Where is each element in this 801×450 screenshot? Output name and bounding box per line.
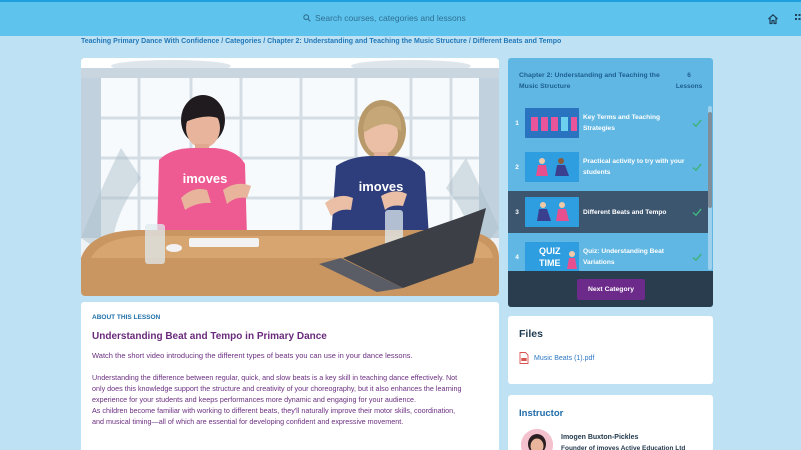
scrollbar-thumb[interactable] bbox=[708, 112, 712, 208]
video-frame: imoves imoves bbox=[81, 58, 499, 296]
lesson-title: Different Beats and Tempo bbox=[583, 208, 667, 216]
about-label: ABOUT THIS LESSON bbox=[92, 314, 161, 321]
shirt-logo: imoves bbox=[183, 171, 228, 186]
description-line: As children become familiar with working… bbox=[92, 406, 456, 415]
lesson-description: Understanding the difference between reg… bbox=[92, 372, 488, 427]
lesson-count-label: Lessons bbox=[675, 83, 703, 90]
top-bar: Search courses, categories and lessons bbox=[0, 0, 801, 36]
lesson-title: Practical activity to try with your stud… bbox=[583, 158, 685, 176]
files-heading: Files bbox=[519, 328, 543, 340]
lesson-intro: Watch the short video introducing the di… bbox=[92, 351, 413, 360]
home-icon[interactable] bbox=[767, 13, 779, 25]
lesson-item-3[interactable]: 3 Different Beats and Tempo bbox=[508, 191, 708, 233]
lesson-count-number: 6 bbox=[687, 72, 691, 79]
description-line: and musical timing—all of which are esse… bbox=[92, 417, 404, 426]
description-line: experience for your students and keeps p… bbox=[92, 395, 417, 404]
pdf-icon bbox=[519, 352, 529, 364]
quiz-thumb-top: QUIZ bbox=[539, 246, 561, 256]
check-icon bbox=[692, 163, 702, 172]
lesson-title: Quiz: Understanding Beat Variations bbox=[583, 248, 664, 266]
lesson-list[interactable]: 1 Key Terms and Teaching Strategies 2 Pr… bbox=[508, 102, 713, 274]
search-bar[interactable]: Search courses, categories and lessons bbox=[303, 13, 466, 23]
files-panel: Files Music Beats (1).pdf bbox=[508, 316, 713, 384]
quiz-thumb-bottom: TIME bbox=[539, 258, 561, 268]
check-icon bbox=[692, 253, 702, 262]
instructor-name: Imogen Buxton-Pickles bbox=[561, 434, 639, 441]
file-link[interactable]: Music Beats (1).pdf bbox=[519, 352, 594, 364]
lesson-number: 1 bbox=[515, 119, 519, 127]
lesson-number: 3 bbox=[515, 208, 519, 216]
lesson-item-1[interactable]: 1 Key Terms and Teaching Strategies bbox=[508, 102, 708, 144]
breadcrumb[interactable]: Teaching Primary Dance With Confidence /… bbox=[81, 38, 561, 45]
description-line: only does this knowledge support the str… bbox=[92, 384, 462, 393]
lesson-title: Key Terms and Teaching Strategies bbox=[583, 114, 661, 132]
about-lesson-panel: ABOUT THIS LESSON Understanding Beat and… bbox=[81, 302, 499, 450]
next-category-button[interactable]: Next Category bbox=[577, 279, 645, 300]
check-icon bbox=[692, 208, 702, 217]
lesson-item-4[interactable]: 4 QUIZ TIME Quiz: Understanding Beat Var… bbox=[508, 236, 708, 274]
lesson-number: 4 bbox=[515, 253, 519, 261]
instructor-panel: Instructor Imogen Buxton-Pickles Founder… bbox=[508, 395, 713, 450]
apps-icon[interactable] bbox=[795, 14, 801, 24]
chapter-title: Chapter 2: Understanding and Teaching th… bbox=[519, 72, 660, 90]
lesson-item-2[interactable]: 2 Practical activity to try with your st… bbox=[508, 146, 708, 188]
instructor-heading: Instructor bbox=[519, 408, 564, 419]
search-icon bbox=[303, 14, 311, 22]
chapter-panel: Chapter 2: Understanding and Teaching th… bbox=[508, 58, 713, 307]
lesson-thumbnail: QUIZ TIME bbox=[525, 242, 579, 272]
lesson-scrollbar[interactable] bbox=[708, 106, 712, 270]
avatar bbox=[521, 429, 553, 450]
lesson-number: 2 bbox=[515, 163, 519, 171]
check-icon bbox=[692, 119, 702, 128]
chapter-footer: Next Category bbox=[508, 271, 713, 307]
lesson-thumbnail bbox=[525, 152, 579, 182]
instructor-role: Founder of imoves Active Education Ltd bbox=[561, 445, 686, 450]
lesson-title: Understanding Beat and Tempo in Primary … bbox=[92, 331, 327, 342]
lesson-count: 6 Lessons bbox=[673, 70, 705, 92]
lesson-thumbnail bbox=[525, 108, 579, 138]
file-name[interactable]: Music Beats (1).pdf bbox=[534, 355, 594, 362]
lesson-video[interactable]: imoves imoves bbox=[81, 58, 499, 296]
search-input[interactable]: Search courses, categories and lessons bbox=[315, 13, 466, 23]
lesson-thumbnail bbox=[525, 197, 579, 227]
description-line: Understanding the difference between reg… bbox=[92, 373, 458, 382]
